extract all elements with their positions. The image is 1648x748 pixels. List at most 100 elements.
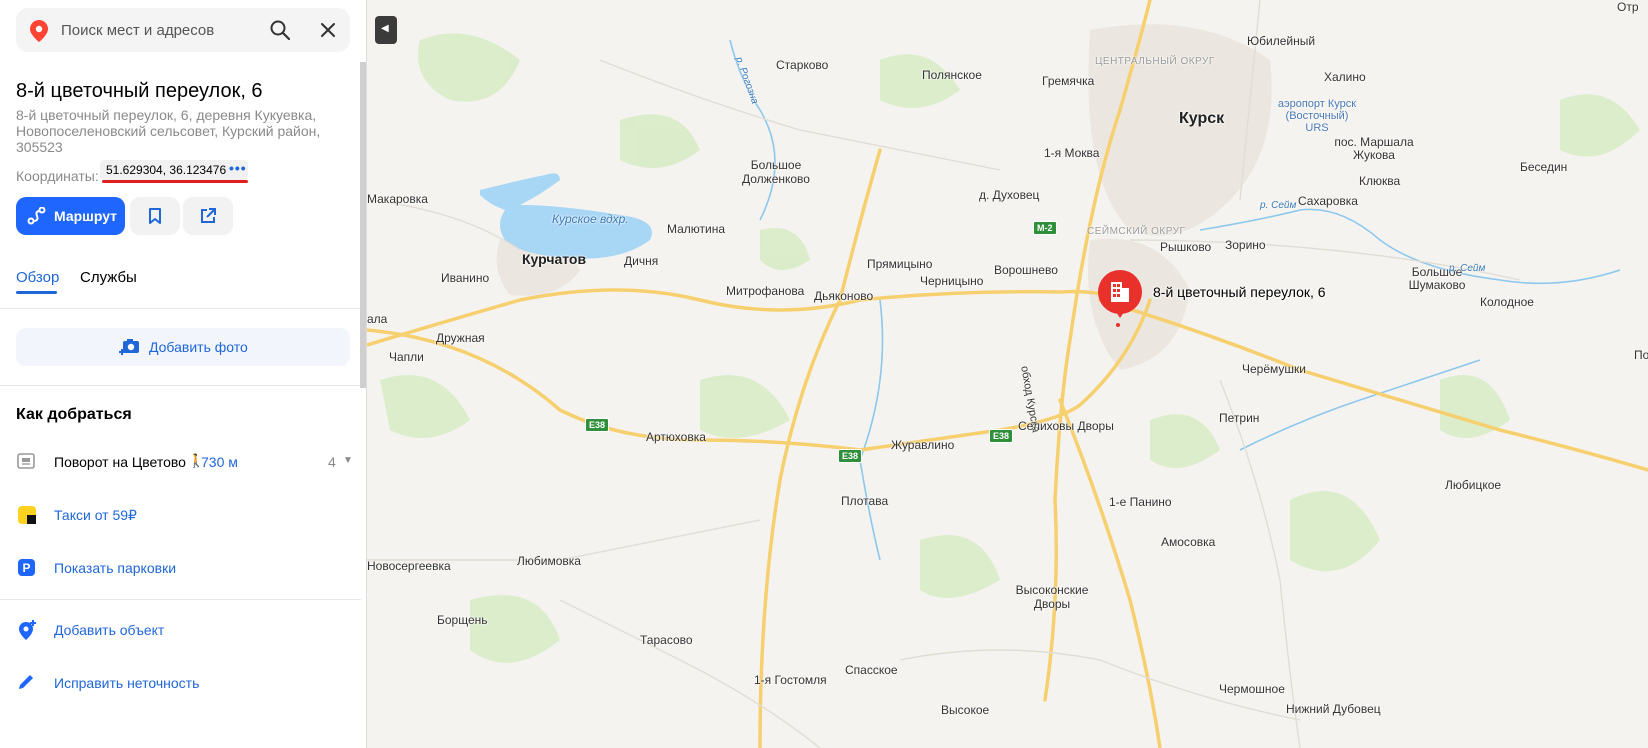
map-label-selikhovy-dvory: Селиховы Дворы [1018, 419, 1114, 433]
map-label-zhuravlino: Журавлино [891, 438, 955, 452]
map-label-dyakonovo: Дьяконово [814, 289, 874, 303]
map-label-ala: ала [367, 312, 388, 326]
marker-label[interactable]: 8-й цветочный переулок, 6 [1153, 284, 1326, 300]
road-badge-m2: M-2 [1033, 221, 1057, 235]
marker-dot [1116, 323, 1120, 327]
map-canvas[interactable]: E38 E38 E38 M-2 Курск Курчатов Курское в… [367, 0, 1648, 748]
map-label-petrin: Петрин [1219, 411, 1260, 425]
map-label-polyanskoe: Полянское [922, 68, 982, 82]
map-label-pos-marshala: пос. Маршала Жукова [1334, 135, 1414, 162]
taxi-icon [18, 506, 36, 524]
transit-stop-name: Поворот на Цветово [54, 454, 186, 470]
map-label-chernitsyno: Черницыно [920, 274, 984, 288]
map-label-tarasovo: Тарасово [640, 633, 693, 647]
fix-error-label: Исправить неточность [54, 675, 200, 691]
map-label-ivanino: Иванино [441, 271, 490, 285]
map-label-central-district: ЦЕНТРАЛЬНЫЙ ОКРУГ [1095, 56, 1215, 67]
camera-plus-icon [119, 339, 139, 355]
transit-stop-row[interactable]: Поворот на Цветово 🚶 730 м 4 ▼ [16, 451, 353, 475]
taxi-label: Такси от 59₽ [54, 507, 137, 523]
map-label-vysokonskie-dvory: Высоконские Дворы [1015, 583, 1089, 611]
place-title: 8-й цветочный переулок, 6 [16, 80, 263, 102]
map-label-lyubimovka: Любимовка [517, 554, 581, 568]
map-label-mokva: 1-я Моква [1044, 146, 1100, 160]
coordinates-more-icon[interactable]: ••• [229, 160, 247, 176]
map-label-seym: р. Сейм [1260, 200, 1297, 211]
map-label-otr: Отр [1617, 0, 1639, 14]
map-label-nizhny-dubovets: Нижний Дубовец [1286, 702, 1381, 716]
map-label-kurchatov: Курчатов [522, 251, 587, 267]
bookmark-icon [149, 208, 161, 224]
divider [0, 308, 361, 309]
coordinates-value[interactable]: 51.629304, 36.123476 [106, 163, 226, 177]
map-label-seim-district: СЕЙМСКИЙ ОКРУГ [1087, 226, 1186, 237]
map-base-layer [367, 0, 1648, 748]
route-button[interactable]: Маршрут [16, 197, 125, 235]
map-label-novosergeevka: Новосергеевка [367, 559, 451, 573]
map-label-kolodnoe: Колодное [1480, 295, 1534, 309]
map-label-borshchen: Борщень [437, 613, 488, 627]
parking-label: Показать парковки [54, 560, 177, 576]
location-pin-icon [30, 20, 48, 42]
map-label-bolshoe-dolzhenkovo: Большое Долженково [742, 158, 810, 186]
map-label-spasskoe: Спасское [845, 663, 898, 677]
map-label-reservoir: Курское вдхр. [552, 212, 629, 226]
map-label-chermoshnoe: Чермошное [1219, 682, 1285, 696]
place-address: 8-й цветочный переулок, 6, деревня Кукуе… [16, 107, 321, 155]
map-label-lyubitskoe: Любицкое [1445, 478, 1502, 492]
map-label-khalino: Халино [1324, 70, 1366, 84]
map-label-amosovka: Амосовка [1161, 535, 1216, 549]
map-label-airport: аэропорт Курск (Восточный) URS [1277, 98, 1357, 134]
map-label-voroshnevo: Ворошнево [994, 263, 1058, 277]
tab-services[interactable]: Службы [80, 269, 137, 286]
map-label-sakharovka: Сахаровка [1298, 194, 1358, 208]
transit-stop-count: 4 [328, 454, 336, 470]
parking-icon: P [18, 559, 35, 576]
map-label-pryamitsyno: Прямицыно [867, 257, 933, 271]
triangle-left-icon: ◀ [381, 23, 389, 34]
sidebar: Поиск мест и адресов 8-й цветочный переу… [0, 0, 367, 748]
map-label-klyukva: Клюква [1359, 174, 1401, 188]
map-label-cheremushki: Черёмушки [1242, 362, 1306, 376]
tab-active-indicator [16, 291, 57, 294]
sidebar-scrollbar[interactable] [360, 62, 366, 388]
add-photo-label: Добавить фото [149, 339, 248, 355]
bookmark-button[interactable] [130, 197, 180, 235]
directions-title: Как добраться [16, 406, 132, 423]
map-label-kursk: Курск [1179, 110, 1225, 127]
map-label-mitrofanova: Митрофанова [726, 284, 805, 298]
chevron-down-icon[interactable]: ▼ [343, 455, 353, 466]
close-icon[interactable] [320, 22, 336, 38]
search-bar[interactable]: Поиск мест и адресов [16, 8, 350, 52]
divider [0, 599, 361, 600]
search-icon[interactable] [270, 20, 290, 40]
bus-stop-icon [17, 453, 35, 469]
svg-text:P: P [22, 561, 30, 575]
route-button-label: Маршрут [54, 208, 118, 224]
map-label-plotava: Плотава [841, 494, 889, 508]
coordinates-label: Координаты: [16, 168, 99, 184]
map-label-yubileyny: Юбилейный [1247, 34, 1316, 48]
map-label-dichnya: Дичня [624, 254, 659, 268]
share-button[interactable] [183, 197, 233, 235]
transit-stop-distance: 730 м [201, 454, 238, 470]
map-label-zorino: Зорино [1225, 238, 1266, 252]
map-label-seym-2: р. Сейм [1449, 263, 1486, 274]
divider [0, 385, 361, 386]
map-label-beseding: Беседин [1520, 160, 1568, 174]
map-label-druzhnaya: Дружная [436, 331, 485, 345]
collapse-panel-button[interactable]: ◀ [375, 16, 397, 44]
map-label-vysokoe: Высокое [941, 703, 990, 717]
map-label-gremyachka: Гремячка [1042, 74, 1095, 88]
tab-overview[interactable]: Обзор [16, 269, 59, 286]
map-label-chapli: Чапли [389, 350, 424, 364]
add-object-label: Добавить объект [54, 622, 165, 638]
map-label-panino: 1-е Панино [1109, 495, 1172, 509]
map-label-malyutina: Малютина [667, 222, 726, 236]
map-label-po: По [1634, 348, 1648, 362]
add-photo-button[interactable]: Добавить фото [16, 328, 350, 366]
map-label-makarovka: Макаровка [367, 192, 428, 206]
road-badge-e38: E38 [838, 449, 863, 463]
map-label-dukhovets: д. Духовец [979, 188, 1040, 202]
search-input[interactable]: Поиск мест и адресов [61, 22, 214, 39]
